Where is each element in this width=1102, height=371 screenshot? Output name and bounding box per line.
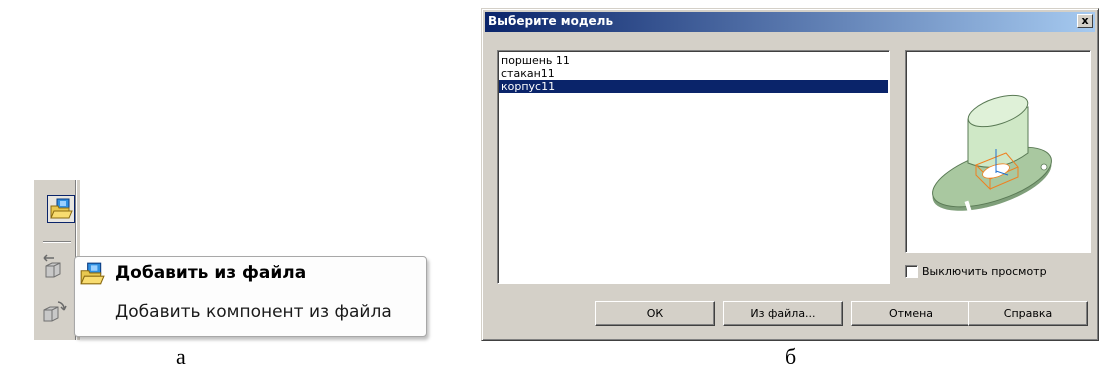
add-component-toolbar-button[interactable]: [42, 252, 68, 278]
rotate-component-toolbar-button[interactable]: [42, 298, 68, 324]
dialog-titlebar[interactable]: Выберите модель x: [485, 12, 1095, 32]
cancel-button-label: Отмена: [888, 307, 934, 320]
model-preview: [905, 50, 1091, 253]
cube-rotate-icon: [42, 298, 68, 324]
list-item-selected[interactable]: корпус11: [499, 80, 888, 93]
tooltip-title: Добавить из файла: [115, 263, 307, 283]
cube-move-icon: [42, 252, 68, 278]
list-item[interactable]: поршень 11: [499, 54, 888, 67]
open-folder-icon: [49, 197, 73, 221]
ok-button-label: ОК: [646, 307, 664, 320]
close-icon: x: [1081, 14, 1089, 27]
dialog-title: Выберите модель: [488, 14, 614, 28]
caption-a: а: [176, 344, 186, 369]
disable-preview-label: Выключить просмотр: [922, 265, 1047, 278]
close-button[interactable]: x: [1077, 14, 1093, 28]
model-list[interactable]: поршень 11 стакан11 корпус11: [497, 50, 890, 284]
from-file-button-label: Из файла...: [750, 307, 816, 320]
caption-b: б: [785, 344, 797, 369]
disable-preview-checkbox[interactable]: [905, 265, 918, 278]
choose-model-dialog: Выберите модель x поршень 11 стакан11 ко…: [481, 8, 1099, 341]
tooltip-description: Добавить компонент из файла: [115, 302, 392, 322]
help-button[interactable]: Справка: [968, 301, 1088, 326]
part-preview-image: [932, 94, 1052, 212]
from-file-button[interactable]: Из файла...: [723, 301, 843, 326]
add-from-file-tooltip: Добавить из файла Добавить компонент из …: [74, 256, 427, 337]
ok-button[interactable]: ОК: [595, 301, 715, 326]
cancel-button[interactable]: Отмена: [851, 301, 971, 326]
toolbar-separator-highlight: [43, 242, 71, 243]
list-item[interactable]: стакан11: [499, 67, 888, 80]
add-from-file-toolbar-button[interactable]: [47, 195, 75, 223]
open-folder-icon: [79, 261, 105, 287]
help-button-label: Справка: [1003, 307, 1053, 320]
